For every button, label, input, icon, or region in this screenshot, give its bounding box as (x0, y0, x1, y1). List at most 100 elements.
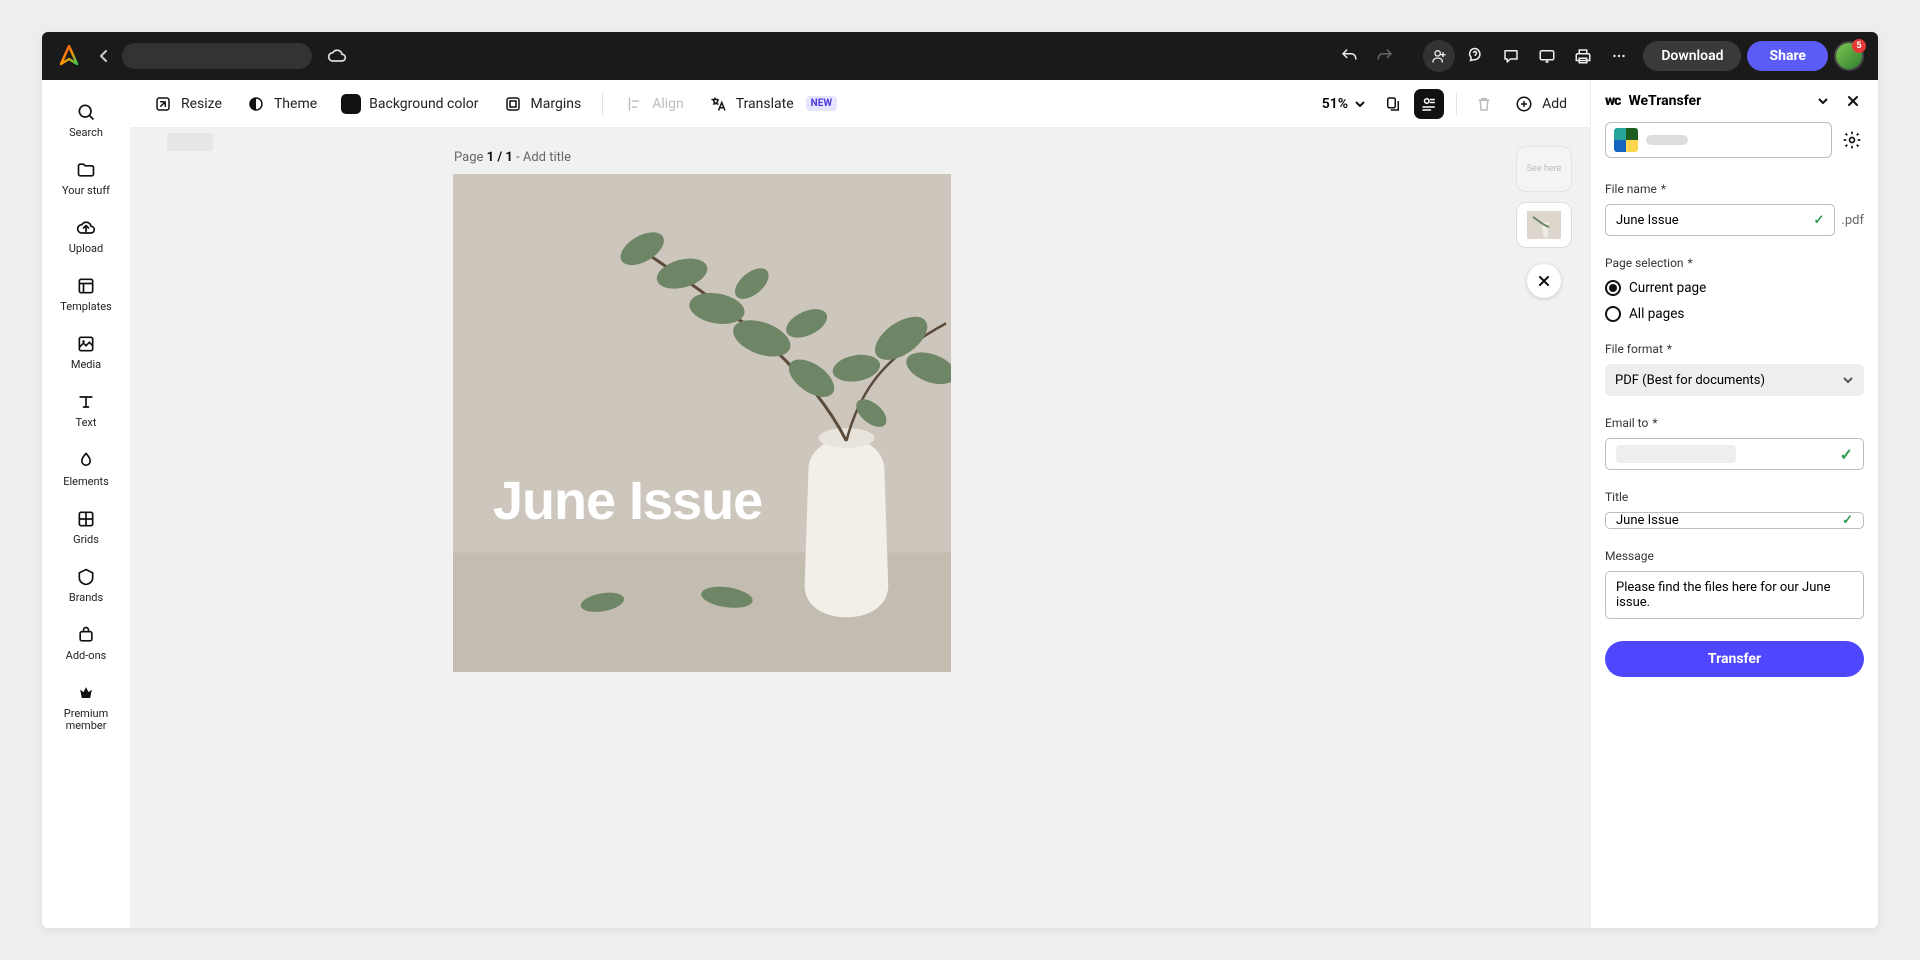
brands-icon (75, 566, 97, 588)
share-button[interactable]: Share (1747, 41, 1828, 71)
nav-search[interactable]: Search (42, 94, 130, 146)
undo-icon[interactable] (1333, 40, 1365, 72)
translate-icon (708, 94, 728, 114)
transfer-button[interactable]: Transfer (1605, 641, 1864, 677)
close-thumbs-button[interactable] (1527, 264, 1561, 298)
chevron-down-icon (1354, 98, 1366, 110)
separator (1456, 93, 1457, 115)
upload-icon (75, 217, 97, 239)
title-input[interactable]: ✓ (1605, 512, 1864, 529)
left-sidebar: Search Your stuff Upload Templates Media… (42, 80, 130, 928)
account-avatar-icon (1614, 128, 1638, 152)
nav-text[interactable]: Text (42, 384, 130, 436)
panel-close-button[interactable] (1842, 90, 1864, 112)
panel-collapse-button[interactable] (1812, 90, 1834, 112)
user-avatar[interactable]: 5 (1834, 41, 1864, 71)
panel-title: WeTransfer (1628, 93, 1701, 109)
wetransfer-panel: wc WeTransfer File name * (1590, 80, 1878, 928)
radio-on-icon (1605, 280, 1621, 296)
wetransfer-logo-icon: wc (1605, 93, 1620, 109)
account-selector[interactable] (1605, 122, 1832, 158)
chevron-down-icon (1842, 374, 1854, 386)
nav-upload[interactable]: Upload (42, 210, 130, 262)
help-icon[interactable] (1459, 40, 1491, 72)
nav-grids[interactable]: Grids (42, 501, 130, 553)
pages-view-button[interactable] (1378, 89, 1408, 119)
theme-tool[interactable]: Theme (237, 89, 326, 119)
theme-icon (246, 94, 266, 114)
plus-circle-icon (1514, 94, 1534, 114)
nav-templates[interactable]: Templates (42, 268, 130, 320)
app-frame: Download Share 5 Search Your stuff Uploa… (42, 32, 1878, 928)
account-name-placeholder (1646, 135, 1688, 145)
nav-elements[interactable]: Elements (42, 443, 130, 495)
canvas[interactable]: Page 1 / 1 - Add title (130, 128, 1590, 928)
radio-all-pages[interactable]: All pages (1605, 306, 1864, 322)
email-to-input[interactable]: ✓ (1605, 438, 1864, 470)
radio-off-icon (1605, 306, 1621, 322)
nav-addons[interactable]: Add-ons (42, 617, 130, 669)
translate-tool[interactable]: TranslateNEW (699, 89, 846, 119)
canvas-image (453, 174, 951, 672)
app-logo-icon[interactable] (56, 43, 82, 69)
new-badge: NEW (806, 96, 837, 111)
print-icon[interactable] (1567, 40, 1599, 72)
file-name-input[interactable]: ✓ (1605, 204, 1835, 236)
email-chip (1616, 445, 1736, 463)
nav-media[interactable]: Media (42, 326, 130, 378)
artboard[interactable]: June Issue (453, 174, 951, 672)
nav-your-stuff[interactable]: Your stuff (42, 152, 130, 204)
check-icon: ✓ (1840, 445, 1853, 464)
addons-icon (75, 624, 97, 646)
nav-premium[interactable]: Premium member (42, 675, 130, 739)
notification-badge: 5 (1852, 39, 1866, 53)
page-selection-label: Page selection * (1605, 256, 1864, 270)
nav-brands[interactable]: Brands (42, 559, 130, 611)
file-extension: .pdf (1841, 213, 1864, 228)
present-icon[interactable] (1531, 40, 1563, 72)
message-textarea[interactable]: Please find the files here for our June … (1605, 571, 1864, 619)
topbar: Download Share 5 (42, 32, 1878, 80)
check-icon: ✓ (1814, 213, 1825, 228)
margins-tool[interactable]: Margins (494, 89, 591, 119)
add-page-button[interactable]: Add (1505, 89, 1576, 119)
cloud-sync-icon[interactable] (322, 41, 352, 71)
text-icon (75, 391, 97, 413)
bgcolor-swatch-icon (341, 94, 361, 114)
comment-icon[interactable] (1495, 40, 1527, 72)
folder-icon (75, 159, 97, 181)
search-icon (75, 101, 97, 123)
panel-header: wc WeTransfer (1591, 80, 1878, 118)
resize-tool[interactable]: Resize (144, 89, 231, 119)
page-indicator[interactable]: Page 1 / 1 - Add title (454, 150, 571, 165)
canvas-tag (167, 133, 213, 151)
check-icon: ✓ (1842, 513, 1853, 528)
download-button[interactable]: Download (1643, 41, 1741, 71)
templates-icon (75, 275, 97, 297)
settings-button[interactable] (1840, 128, 1864, 152)
title-label: Title (1605, 490, 1864, 504)
artboard-title-text[interactable]: June Issue (493, 470, 762, 532)
media-icon (75, 333, 97, 355)
more-icon[interactable] (1603, 40, 1635, 72)
topbar-search-input[interactable] (122, 43, 312, 69)
redo-icon[interactable] (1369, 40, 1401, 72)
page-thumbnail-dock: See here (1516, 146, 1572, 298)
bgcolor-tool[interactable]: Background color (332, 89, 487, 119)
file-name-label: File name * (1605, 182, 1864, 196)
layers-view-button[interactable] (1414, 89, 1444, 119)
grids-icon (75, 508, 97, 530)
message-label: Message (1605, 549, 1864, 563)
zoom-dropdown[interactable]: 51% (1316, 92, 1372, 116)
invite-user-icon[interactable] (1423, 40, 1455, 72)
resize-icon (153, 94, 173, 114)
align-icon (624, 94, 644, 114)
delete-button[interactable] (1469, 89, 1499, 119)
thumb-blank[interactable]: See here (1516, 146, 1572, 192)
radio-current-page[interactable]: Current page (1605, 280, 1864, 296)
thumb-page-1[interactable] (1516, 202, 1572, 248)
file-format-select[interactable]: PDF (Best for documents) (1605, 364, 1864, 396)
workspace: Resize Theme Background color Margins Al… (130, 80, 1590, 928)
back-button[interactable] (92, 44, 116, 68)
premium-icon (75, 682, 97, 704)
